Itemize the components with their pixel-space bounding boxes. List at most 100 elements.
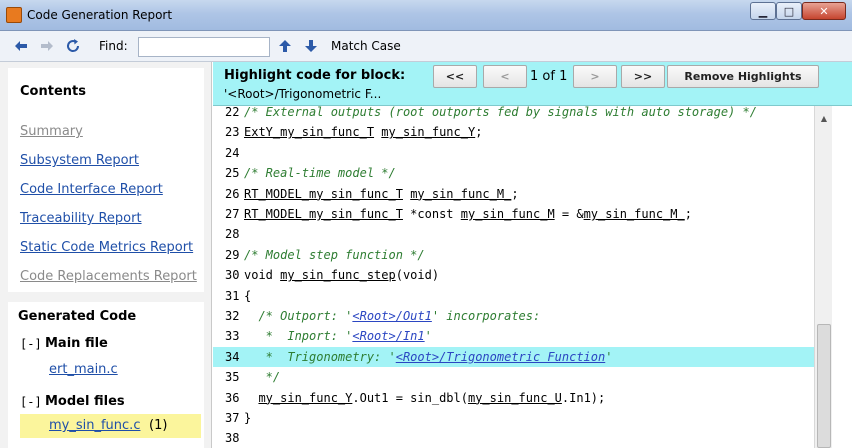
code-text: * Inport: '<Root>/In1' xyxy=(244,326,432,346)
code-line: 33 * Inport: '<Root>/In1' xyxy=(213,326,814,346)
code-symbol-link[interactable]: my_sin_func_step xyxy=(280,268,396,282)
code-comment: ' incorporates: xyxy=(431,309,541,323)
generated-code-box: Generated Code [-] Main file ert_main.c … xyxy=(8,302,204,448)
code-symbol-link[interactable]: my_sin_func_M xyxy=(461,207,555,221)
code-comment: /* External outputs (root outports fed b… xyxy=(244,106,757,119)
nav-subsystem-report[interactable]: Subsystem Report xyxy=(20,153,139,168)
nav-code-interface-report[interactable]: Code Interface Report xyxy=(20,182,163,197)
next-highlight-button[interactable]: > xyxy=(573,65,617,88)
line-number: 24 xyxy=(225,145,240,160)
code-comment: ' xyxy=(605,349,613,364)
code-token: .In1); xyxy=(561,390,606,405)
previous-highlight-button[interactable]: < xyxy=(483,65,527,88)
code-token: *const xyxy=(402,207,461,221)
code-comment: * Inport: ' xyxy=(244,329,353,344)
file-link-my-sin-func[interactable]: my_sin_func.c xyxy=(49,418,140,433)
window-title: Code Generation Report xyxy=(27,8,173,22)
minimize-button[interactable]: ▁ xyxy=(750,2,776,20)
code-symbol-link[interactable]: my_sin_func_M_ xyxy=(410,187,511,201)
generated-code-title: Generated Code xyxy=(18,309,137,324)
code-symbol-link[interactable]: <Root>/Out1 xyxy=(352,309,431,323)
code-line: 30 void my_sin_func_step(void) xyxy=(213,265,814,285)
code-symbol-link[interactable]: my_sin_func_M_ xyxy=(584,207,685,221)
left-panel: Contents Summary Subsystem Report Code I… xyxy=(0,62,212,448)
main-file-toggle[interactable]: [-] xyxy=(20,337,42,351)
line-number: 22 xyxy=(225,106,240,119)
code-text: RT_MODEL_my_sin_func_T *const my_sin_fun… xyxy=(244,204,692,224)
code-symbol-link[interactable]: <Root>/Trigonometric Function xyxy=(396,350,606,364)
code-text: } xyxy=(244,408,251,428)
code-line: 35 */ xyxy=(213,367,814,387)
forward-arrow-icon[interactable] xyxy=(38,37,56,55)
file-highlight-count: (1) xyxy=(149,418,168,433)
last-highlight-button[interactable]: >> xyxy=(621,65,665,88)
code-symbol-link[interactable]: RT_MODEL_my_sin_func_T xyxy=(244,207,403,221)
scroll-thumb[interactable] xyxy=(817,324,831,448)
line-number: 36 xyxy=(225,390,240,405)
file-link-ert-main[interactable]: ert_main.c xyxy=(49,362,118,377)
line-number: 30 xyxy=(225,268,240,283)
code-text: RT_MODEL_my_sin_func_T my_sin_func_M_; xyxy=(244,184,519,204)
code-line: 31 { xyxy=(213,286,814,306)
highlight-header: Highlight code for block: '<Root>/Trigon… xyxy=(213,62,852,106)
code-comment: * Trigonometry: ' xyxy=(244,349,396,364)
first-highlight-button[interactable]: << xyxy=(433,65,477,88)
code-text: { xyxy=(244,286,251,306)
code-line: 24 xyxy=(213,143,814,163)
remove-highlights-button[interactable]: Remove Highlights xyxy=(667,65,819,88)
line-number: 37 xyxy=(225,411,240,425)
code-symbol-link[interactable]: ExtY_my_sin_func_T xyxy=(244,125,374,139)
code-line: 23 ExtY_my_sin_func_T my_sin_func_Y; xyxy=(213,122,814,142)
close-button[interactable]: ✕ xyxy=(802,2,846,20)
contents-box: Contents Summary Subsystem Report Code I… xyxy=(8,68,204,292)
highlight-block-path: '<Root>/Trigonometric F... xyxy=(224,87,382,101)
code-line: 32 /* Outport: '<Root>/Out1' incorporate… xyxy=(213,306,814,326)
nav-static-code-metrics-report[interactable]: Static Code Metrics Report xyxy=(20,240,193,255)
line-number: 31 xyxy=(225,288,240,303)
contents-title: Contents xyxy=(20,84,86,99)
back-arrow-icon[interactable] xyxy=(12,37,30,55)
code-line: 37} xyxy=(213,408,814,428)
highlight-title: Highlight code for block: xyxy=(224,68,406,83)
code-line: 36 my_sin_func_Y.Out1 = sin_dbl(my_sin_f… xyxy=(213,388,814,408)
code-text: /* Model step function */ xyxy=(244,245,425,265)
highlight-page-indicator: 1 of 1 xyxy=(530,69,568,84)
line-number: 34 xyxy=(225,349,240,364)
code-token: { xyxy=(244,288,252,303)
refresh-icon[interactable] xyxy=(64,37,82,55)
code-symbol-link[interactable]: RT_MODEL_my_sin_func_T xyxy=(244,187,403,201)
up-arrow-icon[interactable] xyxy=(276,37,294,55)
find-label: Find: xyxy=(99,39,128,53)
code-text: /* Real-time model */ xyxy=(244,163,396,183)
code-line: 38 xyxy=(213,428,814,448)
code-comment: ' xyxy=(424,329,432,344)
match-case-option[interactable]: Match Case xyxy=(331,39,401,53)
code-token: void xyxy=(244,268,281,283)
maximize-button[interactable]: □ xyxy=(776,2,802,20)
scroll-up-icon[interactable]: ▲ xyxy=(816,110,832,126)
code-comment: /* Real-time model */ xyxy=(244,166,396,181)
code-text: ExtY_my_sin_func_T my_sin_func_Y; xyxy=(244,122,482,142)
vertical-scrollbar[interactable]: ▲ xyxy=(814,106,832,448)
code-line: 28 xyxy=(213,224,814,244)
app-icon xyxy=(6,7,22,23)
find-input[interactable] xyxy=(138,37,270,57)
code-symbol-link[interactable]: my_sin_func_Y xyxy=(258,391,352,405)
code-symbol-link[interactable]: my_sin_func_U xyxy=(468,391,562,405)
line-number: 33 xyxy=(225,329,240,344)
main-file-label: Main file xyxy=(45,336,108,351)
line-number: 23 xyxy=(225,125,240,140)
highlighted-code-line: 34 * Trigonometry: '<Root>/Trigonometric… xyxy=(213,346,814,368)
line-number: 27 xyxy=(225,207,240,221)
code-symbol-link[interactable]: <Root>/In1 xyxy=(352,329,424,343)
model-files-toggle[interactable]: [-] xyxy=(20,395,42,409)
down-arrow-icon[interactable] xyxy=(302,37,320,55)
right-gutter xyxy=(832,106,852,448)
code-line: 29 /* Model step function */ xyxy=(213,245,814,265)
code-symbol-link[interactable]: my_sin_func_Y xyxy=(381,125,475,139)
nav-code-replacements-report[interactable]: Code Replacements Report xyxy=(20,269,197,284)
nav-summary[interactable]: Summary xyxy=(20,124,83,139)
code-view[interactable]: 22 /* External outputs (root outports fed… xyxy=(213,106,814,448)
nav-traceability-report[interactable]: Traceability Report xyxy=(20,211,142,226)
code-text: void my_sin_func_step(void) xyxy=(244,265,439,285)
